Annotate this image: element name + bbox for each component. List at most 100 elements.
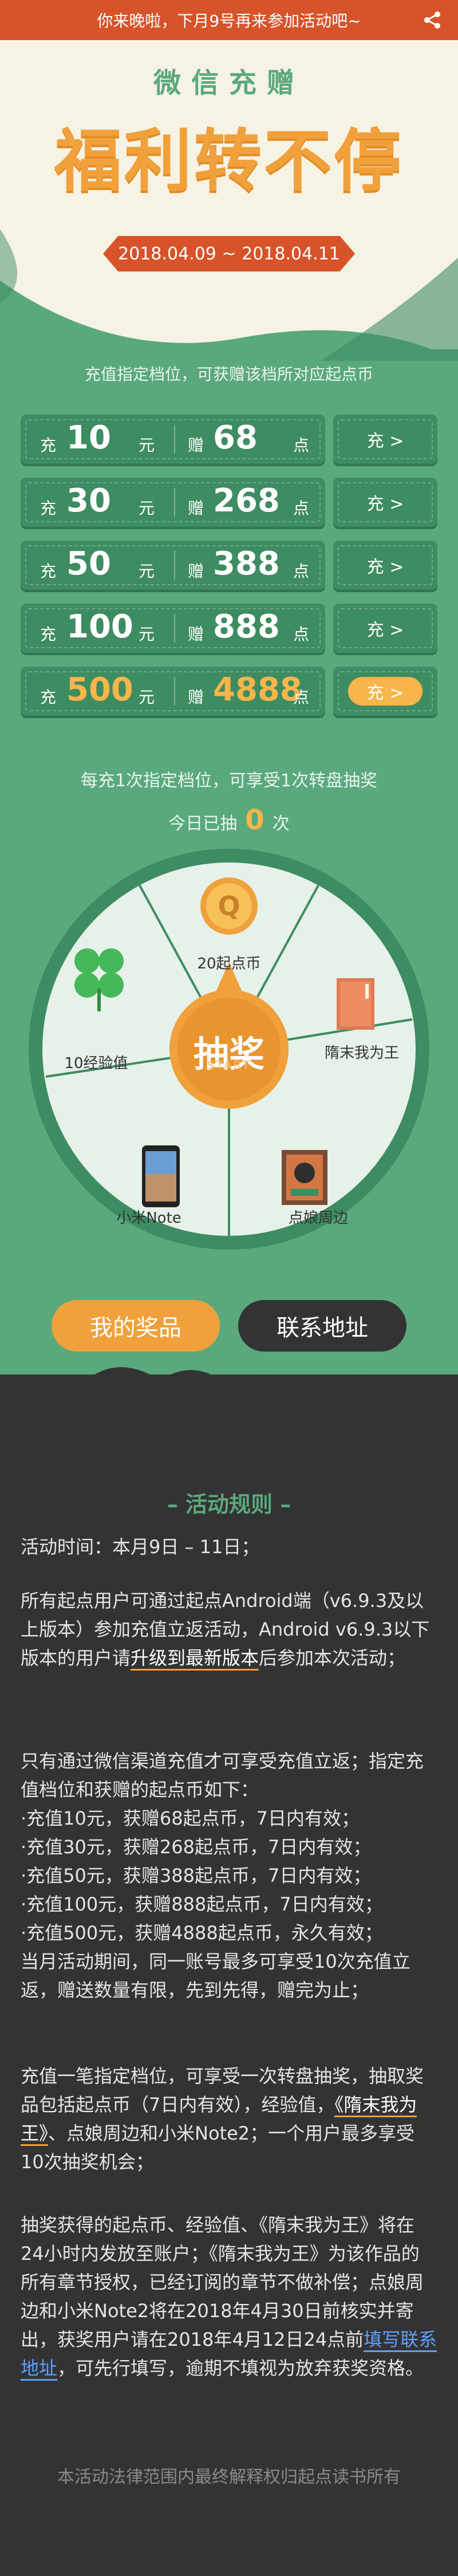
contact-address-button[interactable]: 联系地址 [238,1300,406,1352]
recharge-button-label[interactable]: 充 > [348,488,423,517]
rules-tier-line: ·充值100元，获赠888起点币，7日内有效； [21,1893,383,1915]
today-suffix: 次 [272,814,290,834]
rules-lottery-text-end: 、点娘周边和小米Note2；一个用户最多享受10次抽奖机会； [21,2122,415,2173]
tier-prefix: 充 [40,436,57,455]
recharge-button[interactable]: 充 > [333,604,437,653]
draw-start-label: START [207,1058,251,1072]
tier-divider [174,425,175,454]
tier-divider [174,677,175,706]
tier-points: 点 [293,688,310,707]
tier-yuan: 元 [139,562,155,581]
tier-gift: 赠 [188,436,204,455]
recharge-button-label[interactable]: 充 > [348,551,423,580]
recharge-button-label[interactable]: 充 > [348,425,423,454]
tier-points: 点 [293,499,310,518]
recharge-intro: 充值指定档位，可获赠该档所对应起点币 [84,365,373,384]
tier-amount: 10 [66,419,111,456]
hero-title: 福利转不停 [54,121,404,200]
date-ribbon: 2018.04.09 ~ 2018.04.11 [103,236,355,271]
rules-delivery-text-end: ，可先行填写，逾期不填视为放弃获奖资格。 [57,2357,424,2379]
tier-gift: 赠 [188,688,204,707]
prize-label-exp: 10经验值 [64,1055,128,1072]
prize-label-merch: 点娘周边 [288,1210,348,1227]
recharge-button[interactable]: 充 > [333,478,437,527]
recharge-button-label[interactable]: 充 > [348,677,423,706]
recharge-tier-row: 充 100 元 赠 888 点 充 > [21,604,437,653]
my-prizes-label: 我的奖品 [90,1315,181,1341]
book-icon [337,978,374,1030]
svg-text:Q: Q [218,891,240,921]
tier-bonus: 4888 [213,671,302,708]
today-count-number: 0 [245,804,264,836]
my-prizes-button[interactable]: 我的奖品 [52,1300,220,1352]
tier-prefix: 充 [40,625,57,644]
tier-yuan: 元 [139,436,155,455]
rules-tier-line: ·充值30元，获赠268起点币，7日内有效； [21,1836,372,1858]
tier-amount: 500 [66,671,133,708]
today-prefix: 今日已抽 [168,814,238,834]
tier-prefix: 充 [40,688,57,707]
tier-points: 点 [293,436,310,455]
upgrade-link[interactable]: 升级到最新版本 [131,1647,259,1671]
recharge-tier-row: 充 10 元 赠 68 点 充 > [21,415,437,464]
recharge-button[interactable]: 充 > [333,415,437,464]
notice-bar: 你来晚啦，下月9号再来参加活动吧~ [0,0,458,40]
tier-divider [174,614,175,643]
tier-info: 充 50 元 赠 388 点 [21,541,325,590]
recharge-button[interactable]: 充 > [333,667,437,716]
rules-paragraph-delivery: 抽奖获得的起点币、经验值、《隋末我为王》将在24小时内发放至账户；《隋末我为王》… [21,2211,437,2382]
tier-bonus: 888 [213,608,280,645]
rules-paragraph-lottery: 充值一笔指定档位，可享受一次转盘抽奖，抽取奖品包括起点币（7日内有效），经验值，… [21,2062,437,2176]
prize-label-book: 隋末我为王 [324,1045,399,1062]
tier-gift: 赠 [188,625,204,644]
rules-tier-line: 当月活动期间，同一账号最多可享受10次充值立返，赠送数量有限，先到先得，赠完为止… [21,1951,410,2001]
tier-yuan: 元 [139,499,155,518]
rules-tier-line: ·充值10元，获赠68起点币，7日内有效； [21,1807,360,1829]
hero-subtitle: 微信充赠 [153,67,305,99]
today-draw-count: 今日已抽 0 次 [0,804,458,836]
tier-info: 充 30 元 赠 268 点 [21,478,325,527]
rules-tier-line: 只有通过微信渠道充值才可享受充值立返；指定充值档位和获赠的起点币如下： [21,1750,424,1801]
rules-tier-line: ·充值500元，获赠4888起点币，永久有效； [21,1922,383,1944]
tier-yuan: 元 [139,688,155,707]
tier-amount: 100 [66,608,133,645]
footer-disclaimer: 本活动法律范围内最终解释权归起点读书所有 [57,2467,401,2487]
rules-tier-line: ·充值50元，获赠388起点币，7日内有效； [21,1865,372,1886]
tier-points: 点 [293,562,310,581]
share-icon[interactable] [423,10,442,30]
recharge-button-label[interactable]: 充 > [348,614,423,643]
recharge-tier-row: 充 30 元 赠 268 点 充 > [21,478,437,527]
tier-divider [174,488,175,517]
cloud-decoration [0,1367,458,1443]
recharge-button[interactable]: 充 > [333,541,437,590]
tier-bonus: 268 [213,482,280,519]
tier-amount: 30 [66,482,111,519]
tier-bonus: 68 [213,419,258,456]
rules-time: 活动时间：本月9日 – 11日； [21,1536,260,1558]
rules-version-text-end: 后参加本次活动； [259,1647,406,1669]
tier-bonus: 388 [213,545,280,582]
notice-text: 你来晚啦，下月9号再来参加活动吧~ [97,11,361,30]
tier-prefix: 充 [40,562,57,581]
date-range: 2018.04.09 ~ 2018.04.11 [118,243,340,264]
coin-icon: Q [200,877,258,935]
tier-amount: 50 [66,545,111,582]
tier-prefix: 充 [40,499,57,518]
lottery-description: 每充1次指定档位，可享受1次转盘抽奖 [80,771,378,791]
rules-title: – 活动规则 – [167,1492,291,1517]
contact-address-label: 联系地址 [277,1315,368,1341]
tier-info: 充 500 元 赠 4888 点 [21,667,325,716]
phone-icon [142,1145,180,1207]
prize-label-coins: 20起点币 [197,955,261,972]
prize-label-phone: 小米Note [116,1210,181,1227]
recharge-tier-row: 充 50 元 赠 388 点 充 > [21,541,437,590]
merch-icon [282,1150,327,1205]
rules-paragraph-version: 所有起点用户可通过起点Android端（v6.9.3及以上版本）参加充值立返活动… [21,1586,437,1672]
tier-info: 充 10 元 赠 68 点 [21,415,325,464]
recharge-tier-row: 充 500 元 赠 4888 点 充 > [21,667,437,716]
tier-gift: 赠 [188,499,204,518]
tier-divider [174,551,175,580]
tier-info: 充 100 元 赠 888 点 [21,604,325,653]
tier-gift: 赠 [188,562,204,581]
tier-yuan: 元 [139,625,155,644]
